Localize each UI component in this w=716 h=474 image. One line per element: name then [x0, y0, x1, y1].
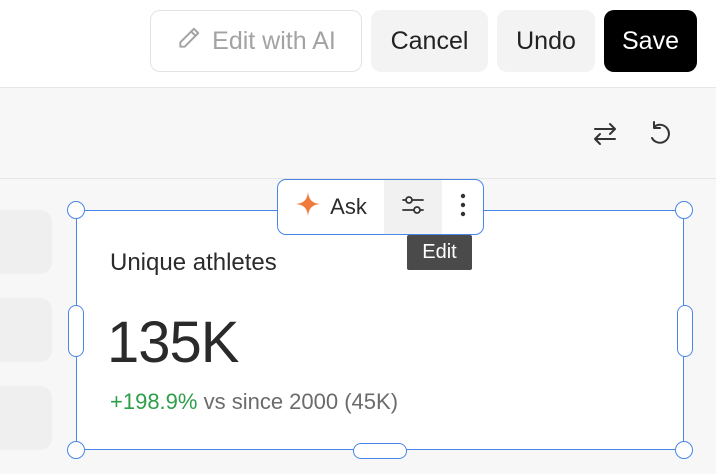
pencil-icon [176, 25, 202, 58]
edit-tooltip: Edit [407, 235, 472, 270]
edit-with-ai-button[interactable]: Edit with AI [150, 10, 362, 72]
more-options-button[interactable] [442, 180, 483, 234]
edit-settings-button[interactable] [384, 180, 442, 234]
neighbor-card [0, 298, 52, 362]
metric-card[interactable]: Unique athletes 135K +198.9% vs since 20… [76, 210, 684, 450]
refresh-icon[interactable] [645, 119, 675, 149]
more-vertical-icon [458, 191, 468, 224]
ask-label: Ask [330, 194, 367, 219]
neighbor-card [0, 210, 52, 274]
edit-with-ai-label: Edit with AI [212, 26, 336, 55]
resize-handle-bottom-left[interactable] [67, 441, 85, 459]
resize-handle-bottom[interactable] [353, 443, 407, 459]
resize-handle-top-right[interactable] [675, 201, 693, 219]
metric-comparison: +198.9% vs since 2000 (45K) [110, 389, 398, 415]
delta-percentage: +198.9% [110, 389, 198, 414]
resize-handle-right[interactable] [677, 305, 693, 357]
metric-value: 135K [107, 310, 239, 375]
card-title: Unique athletes [110, 249, 277, 276]
resize-handle-bottom-right[interactable] [675, 441, 693, 459]
top-bar: Edit with AI Cancel Undo Save [0, 0, 716, 88]
cancel-button[interactable]: Cancel [371, 10, 488, 72]
ask-button[interactable]: Ask [278, 180, 384, 234]
neighbor-card [0, 386, 52, 450]
swap-arrows-icon[interactable] [590, 119, 620, 149]
save-button[interactable]: Save [604, 10, 697, 72]
sparkle-icon [295, 191, 321, 223]
sliders-icon [399, 191, 427, 224]
undo-button[interactable]: Undo [497, 10, 595, 72]
resize-handle-top-left[interactable] [67, 201, 85, 219]
resize-handle-left[interactable] [68, 305, 84, 357]
canvas-toolbar [0, 89, 716, 179]
card-floating-toolbar: Ask [277, 179, 484, 235]
delta-comparison-text: vs since 2000 (45K) [203, 389, 399, 414]
